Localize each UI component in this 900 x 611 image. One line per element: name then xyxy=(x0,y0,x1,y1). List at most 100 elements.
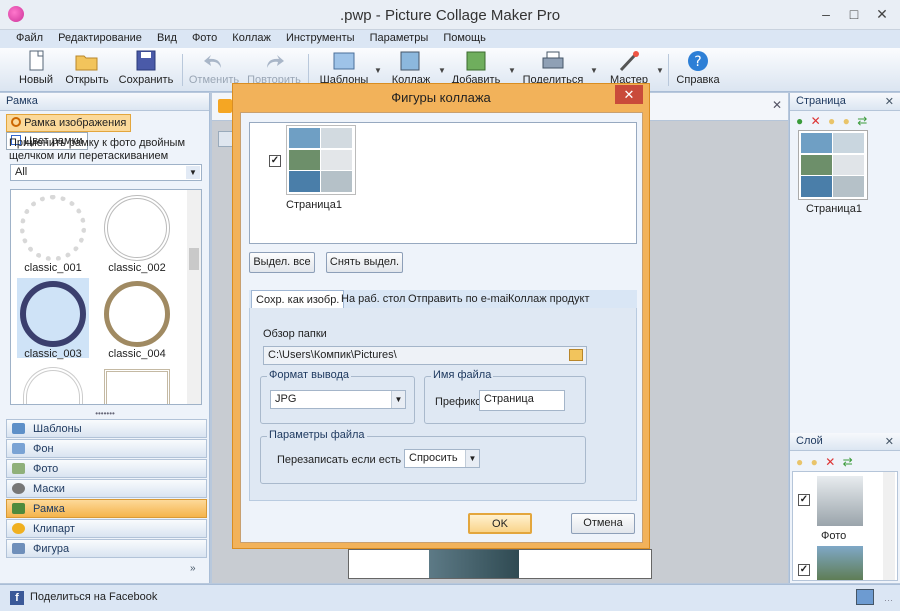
delete-page-icon[interactable]: ✕ xyxy=(811,114,821,128)
overwrite-select[interactable]: Спросить ▼ xyxy=(404,449,480,468)
deselect-button[interactable]: Снять выдел. xyxy=(326,252,403,273)
close-icon[interactable]: ✕ xyxy=(885,95,894,108)
menu-help[interactable]: Помощь xyxy=(437,30,492,44)
undo-button[interactable]: Отменить xyxy=(188,50,240,86)
page-thumbnail[interactable] xyxy=(798,130,868,200)
menu-tools[interactable]: Инструменты xyxy=(280,30,361,44)
move-up-icon[interactable]: ● xyxy=(828,114,835,128)
frame-item[interactable]: classic_002 xyxy=(101,192,173,274)
close-button[interactable]: ✕ xyxy=(868,4,896,24)
save-button[interactable]: Сохранить xyxy=(118,50,174,86)
mask-icon xyxy=(12,483,25,494)
menu-view[interactable]: Вид xyxy=(151,30,183,44)
tab-save-as-image[interactable]: Сохр. как изобр. xyxy=(251,290,345,308)
prefix-input[interactable]: Страница xyxy=(479,390,565,411)
redo-button[interactable]: Повторить xyxy=(246,50,302,86)
open-button[interactable]: Открыть xyxy=(64,50,110,86)
info-icon xyxy=(218,99,232,113)
nav-shape[interactable]: Фигура xyxy=(6,539,207,558)
move-up-icon[interactable]: ● xyxy=(796,455,803,469)
frame-item[interactable]: classic_001 xyxy=(17,192,89,274)
resize-grip-icon[interactable]: ⋯ xyxy=(884,595,893,606)
menu-edit[interactable]: Редактирование xyxy=(52,30,148,44)
folder-open-icon xyxy=(75,55,98,71)
move-down-icon[interactable]: ● xyxy=(811,455,818,469)
panel-splitter[interactable]: ••••••• xyxy=(0,410,210,418)
page-preview[interactable] xyxy=(286,125,356,195)
menu-collage[interactable]: Коллаж xyxy=(226,30,277,44)
tab-desktop[interactable]: На раб. стол xyxy=(337,290,409,308)
frame-item-selected[interactable]: classic_003 xyxy=(17,278,89,360)
cancel-button[interactable]: Отмена xyxy=(571,513,635,534)
chevron-down-icon[interactable]: ▼ xyxy=(590,66,598,75)
collage-icon xyxy=(400,51,420,71)
layer-visible-checkbox[interactable]: ✓ xyxy=(798,564,810,576)
nav-photo[interactable]: Фото xyxy=(6,459,207,478)
chevron-down-icon[interactable]: ▼ xyxy=(186,166,200,179)
facebook-share-link[interactable]: Поделиться на Facebook xyxy=(30,591,157,603)
layer-visible-checkbox[interactable]: ✓ xyxy=(798,494,810,506)
layer-thumbnail[interactable] xyxy=(817,546,863,580)
nav-templates[interactable]: Шаблоны xyxy=(6,419,207,438)
ok-button[interactable]: OK xyxy=(468,513,532,534)
facebook-icon[interactable]: f xyxy=(10,591,24,605)
frame-thumbnail xyxy=(17,366,89,404)
nav-masks[interactable]: Маски xyxy=(6,479,207,498)
tab-image-frame[interactable]: Рамка изображения xyxy=(6,114,132,132)
menu-file[interactable]: Файл xyxy=(10,30,49,44)
share-button[interactable]: Поделиться xyxy=(522,50,584,86)
wizard-button[interactable]: Мастер xyxy=(606,50,652,86)
screen-icon[interactable] xyxy=(856,589,874,605)
minimize-button[interactable]: – xyxy=(812,4,840,24)
nav-templates-label: Шаблоны xyxy=(33,423,82,435)
pages-title: Страница xyxy=(796,95,846,107)
refresh-icon[interactable]: ⇄ xyxy=(857,114,867,128)
tab-email[interactable]: Отправить по e-mail xyxy=(404,290,515,308)
menu-params[interactable]: Параметры xyxy=(364,30,435,44)
status-bar: f Поделиться на Facebook ⋯ xyxy=(0,584,900,611)
menu-photo[interactable]: Фото xyxy=(186,30,223,44)
close-icon[interactable]: ✕ xyxy=(885,435,894,448)
pages-toolbar: ● ✕ ● ● ⇄ xyxy=(796,114,867,128)
tab-collage-product[interactable]: Коллаж продукт xyxy=(504,290,594,308)
collage-button[interactable]: Коллаж xyxy=(388,50,434,86)
collage-canvas[interactable] xyxy=(348,549,652,579)
floppy-disk-icon xyxy=(136,50,156,71)
frame-item[interactable]: classic_004 xyxy=(101,278,173,360)
add-page-icon[interactable]: ● xyxy=(796,114,803,128)
templates-button[interactable]: Шаблоны xyxy=(318,50,370,86)
move-down-icon[interactable]: ● xyxy=(843,114,850,128)
gallery-scrollbar[interactable] xyxy=(187,190,201,404)
page-checkbox[interactable]: ✓ xyxy=(269,155,281,167)
output-format-select[interactable]: JPG ▼ xyxy=(270,390,406,409)
nav-background[interactable]: Фон xyxy=(6,439,207,458)
folder-path-input[interactable]: C:\Users\Компик\Pictures\ xyxy=(263,346,587,365)
select-all-button[interactable]: Выдел. все xyxy=(249,252,315,273)
chevron-down-icon[interactable]: ▼ xyxy=(656,66,664,75)
dialog-close-button[interactable]: ✕ xyxy=(615,85,643,104)
add-button[interactable]: Добавить xyxy=(450,50,502,86)
frame-item[interactable] xyxy=(101,366,173,404)
nav-clipart[interactable]: Клипарт xyxy=(6,519,207,538)
frame-item[interactable] xyxy=(17,366,89,404)
frame-filter-select[interactable]: All ▼ xyxy=(10,164,202,181)
chevron-down-icon[interactable]: ▼ xyxy=(374,66,382,75)
nav-frame[interactable]: Рамка xyxy=(6,499,207,518)
chevron-down-icon[interactable]: ▼ xyxy=(438,66,446,75)
refresh-icon[interactable]: ⇄ xyxy=(843,455,853,469)
help-icon: ? xyxy=(688,51,708,71)
new-button[interactable]: Новый xyxy=(14,50,58,86)
chevron-down-icon[interactable]: ▼ xyxy=(391,391,405,408)
gallery-scroll-thumb[interactable] xyxy=(189,248,199,270)
delete-layer-icon[interactable]: ✕ xyxy=(825,455,835,469)
close-tip-icon[interactable]: ✕ xyxy=(772,98,782,112)
chevron-double-down-icon[interactable]: » xyxy=(190,563,196,574)
help-button[interactable]: ? Справка xyxy=(676,50,720,86)
chevron-down-icon[interactable]: ▼ xyxy=(508,66,516,75)
maximize-button[interactable]: □ xyxy=(840,4,868,24)
layer-thumbnail[interactable] xyxy=(817,476,863,526)
layers-scrollbar[interactable] xyxy=(883,472,895,580)
folder-browse-icon[interactable] xyxy=(569,349,583,361)
photo-icon xyxy=(12,463,25,474)
chevron-down-icon[interactable]: ▼ xyxy=(465,450,479,467)
